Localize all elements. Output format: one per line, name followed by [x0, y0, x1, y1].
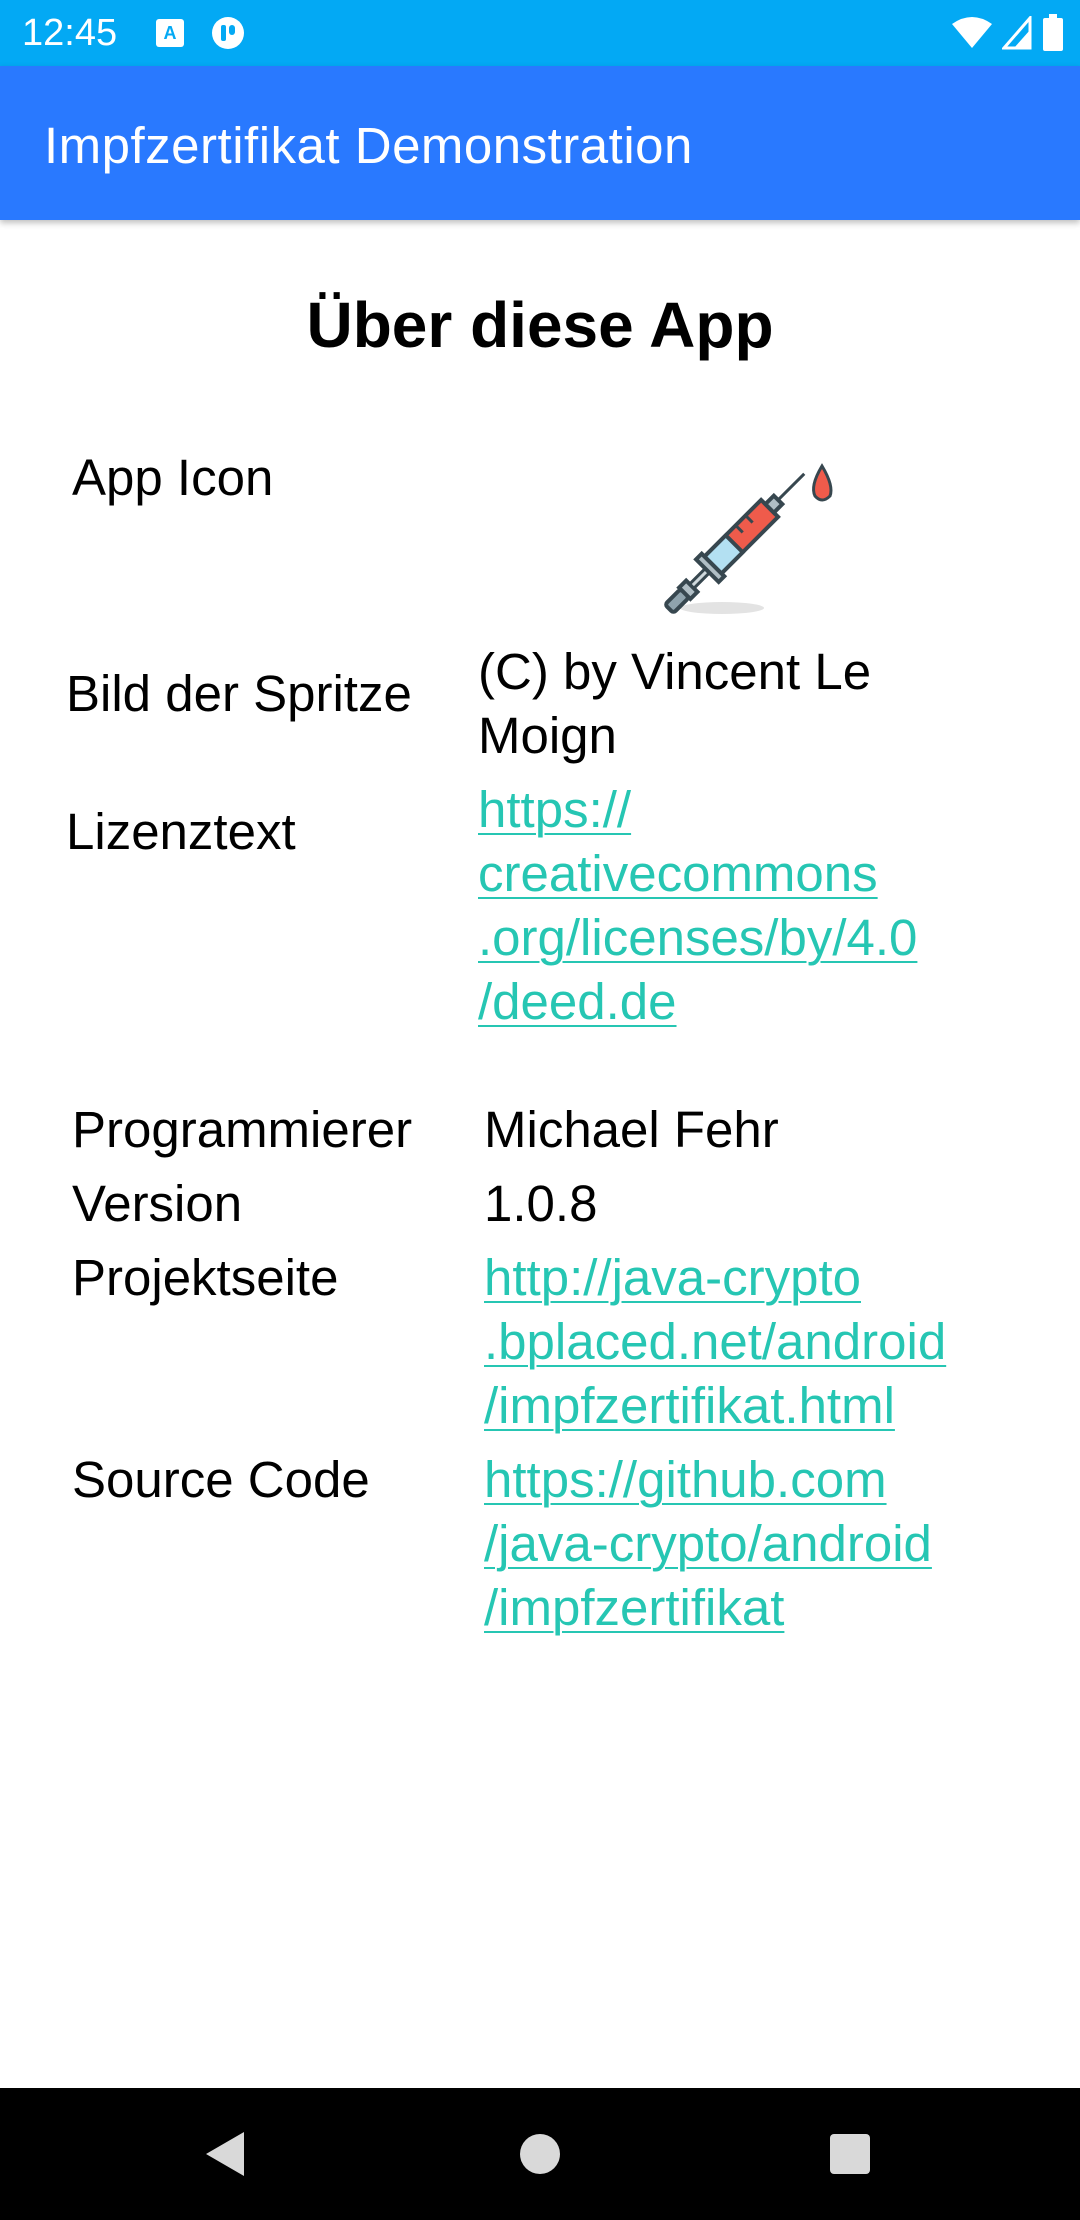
keyboard-a-icon: A [156, 19, 184, 47]
version-value: 1.0.8 [484, 1175, 598, 1232]
license-link[interactable]: https:// creativecommons .org/licenses/b… [478, 778, 917, 1034]
source-code-link-line: https://github.com [484, 1451, 887, 1508]
recents-icon[interactable] [820, 2124, 880, 2184]
app-bar: Impfzertifikat Demonstration [0, 66, 1080, 220]
cell-signal-icon [1002, 16, 1032, 50]
source-code-link-line: /java-crypto/android [484, 1515, 932, 1572]
project-link-line: http://java-crypto [484, 1249, 861, 1306]
battery-icon [1043, 14, 1063, 51]
project-link[interactable]: http://java-crypto .bplaced.net/android … [484, 1246, 946, 1438]
syringe-icon [664, 463, 833, 614]
page-title: Über diese App [306, 289, 774, 361]
status-bar: 12:45 A [0, 0, 1080, 66]
source-code-link-line: /impfzertifikat [484, 1579, 785, 1636]
project-label: Projektseite [72, 1249, 339, 1306]
version-label: Version [72, 1175, 243, 1232]
svg-text:A: A [164, 23, 177, 43]
home-icon[interactable] [510, 2124, 570, 2184]
programmer-value: Michael Fehr [484, 1101, 779, 1158]
back-icon[interactable] [196, 2124, 256, 2184]
status-time: 12:45 [22, 12, 118, 54]
project-link-line: .bplaced.net/android [484, 1313, 947, 1370]
image-credit-line: Moign [478, 707, 617, 764]
source-code-link[interactable]: https://github.com /java-crypto/android … [484, 1448, 932, 1640]
license-label: Lizenztext [66, 803, 296, 860]
project-link-line: /impfzertifikat.html [484, 1377, 895, 1434]
image-credit-value: (C) by Vincent Le Moign [478, 640, 871, 768]
license-link-line: https:// [478, 781, 632, 838]
source-code-label: Source Code [72, 1451, 370, 1508]
license-link-line: /deed.de [478, 973, 677, 1030]
app-icon-label: App Icon [72, 449, 274, 506]
notification-app-icon [212, 17, 244, 49]
navigation-bar [0, 2088, 1080, 2220]
image-credit-label: Bild der Spritze [66, 665, 412, 722]
status-right-icons [952, 12, 1064, 54]
programmer-label: Programmierer [72, 1101, 413, 1158]
app-title: Impfzertifikat Demonstration [44, 117, 693, 174]
wifi-icon [952, 17, 992, 48]
license-link-line: .org/licenses/by/4.0 [478, 909, 918, 966]
image-credit-line: (C) by Vincent Le [478, 643, 872, 700]
license-link-line: creativecommons [478, 845, 878, 902]
